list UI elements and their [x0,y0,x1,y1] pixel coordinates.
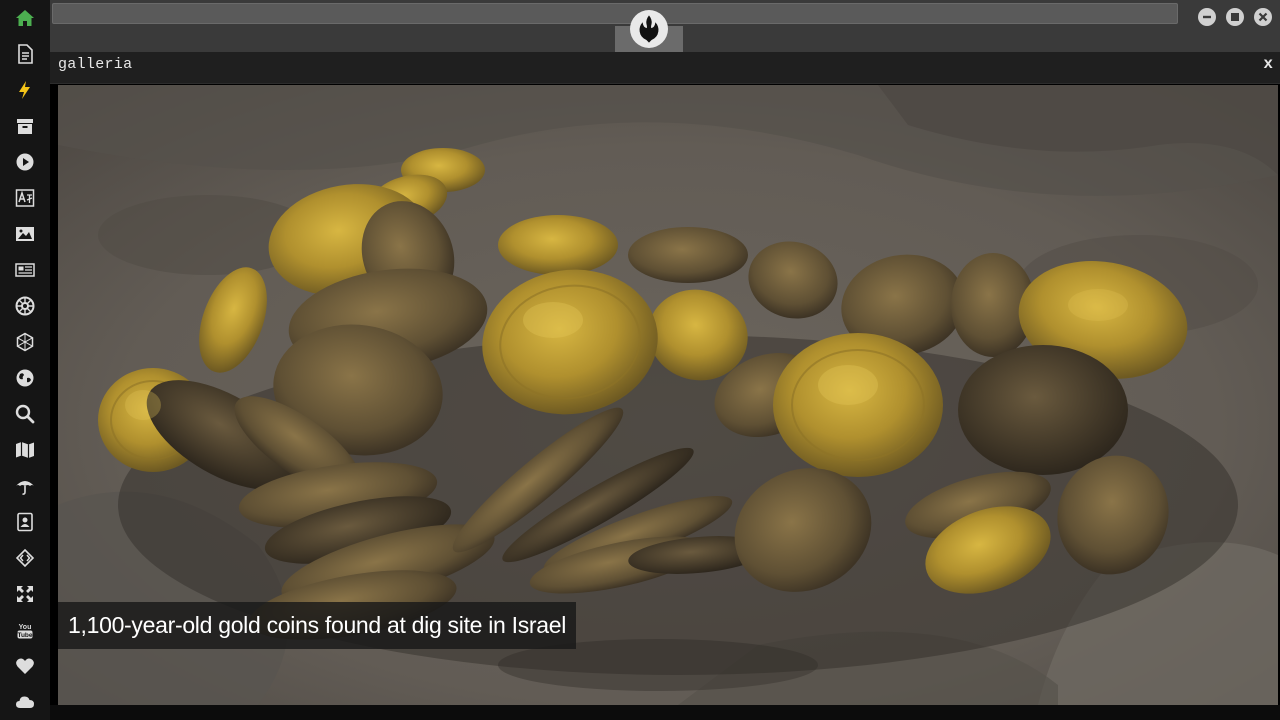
gallery-viewer[interactable]: 1,100-year-old gold coins found at dig s… [58,85,1278,705]
globe-icon[interactable] [13,366,37,390]
address-bar[interactable] [52,3,1178,24]
window-title: galleria [58,56,133,73]
map-icon[interactable] [13,438,37,462]
image-icon[interactable] [13,222,37,246]
window-header: galleria x [50,52,1280,84]
minimize-button[interactable] [1198,8,1216,26]
svg-text:You: You [19,624,32,631]
umbrella-icon[interactable] [13,474,37,498]
close-window-button[interactable] [1254,8,1272,26]
hexagon-network-icon[interactable] [13,330,37,354]
rebel-alliance-icon[interactable] [630,10,668,48]
app-sidebar: You Tube [0,0,50,720]
empire-icon[interactable] [13,294,37,318]
play-icon[interactable] [13,150,37,174]
archive-icon[interactable] [13,114,37,138]
lightning-icon[interactable] [13,78,37,102]
image-caption: 1,100-year-old gold coins found at dig s… [58,602,577,649]
code-diamond-icon[interactable] [13,546,37,570]
bottom-strip [50,705,1280,720]
heart-icon[interactable] [13,654,37,678]
maximize-button[interactable] [1226,8,1244,26]
image-caption-text: 1,100-year-old gold coins found at dig s… [68,612,567,638]
document-icon[interactable] [13,42,37,66]
youtube-icon[interactable]: You Tube [13,618,37,642]
top-bar [50,0,1280,52]
translate-icon[interactable] [13,186,37,210]
search-icon[interactable] [13,402,37,426]
newspaper-icon[interactable] [13,258,37,282]
cloud-icon[interactable] [13,690,37,714]
home-icon[interactable] [13,6,37,30]
window-close-button[interactable]: x [1263,55,1273,73]
svg-text:Tube: Tube [17,632,32,639]
expand-icon[interactable] [13,582,37,606]
contact-book-icon[interactable] [13,510,37,534]
